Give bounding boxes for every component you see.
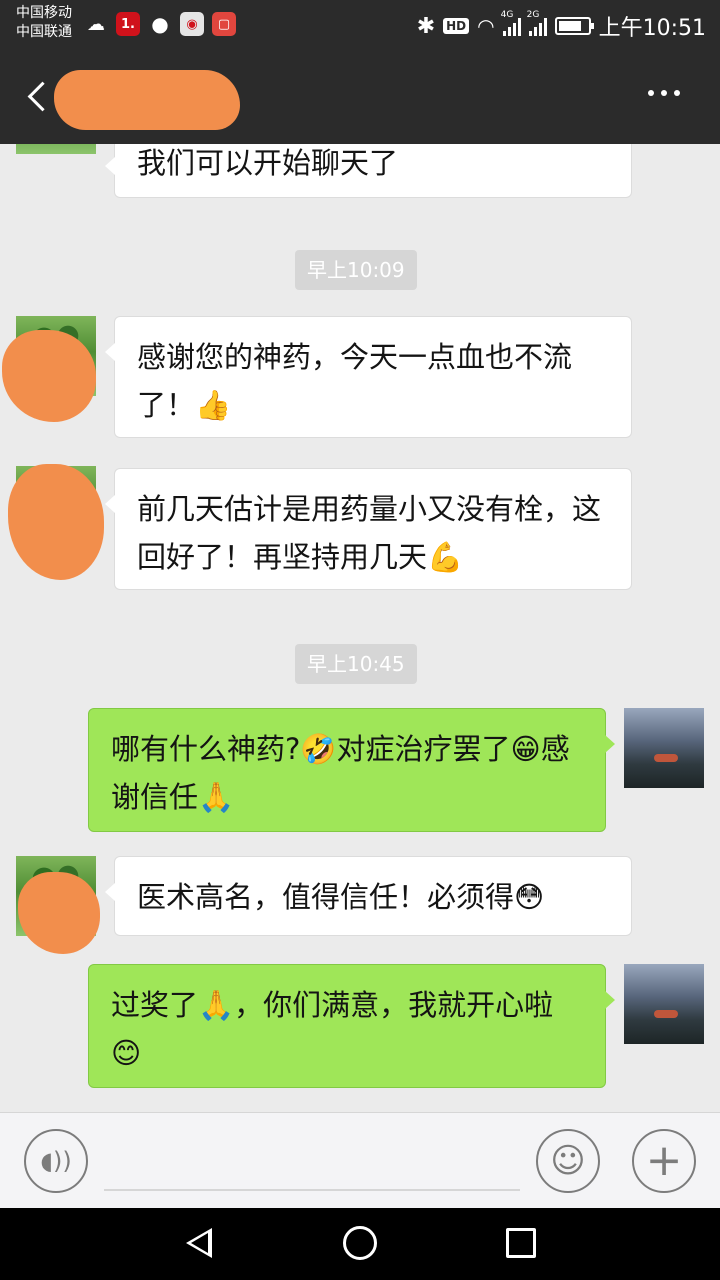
carrier-1: 中国移动 xyxy=(16,5,72,21)
my-avatar[interactable] xyxy=(624,964,704,1044)
input-bar: ◖)) ☺ + xyxy=(0,1112,720,1208)
status-time: 上午10:51 xyxy=(598,16,706,41)
message-text: 我们可以开始聊天了 xyxy=(137,146,399,180)
plus-icon[interactable]: + xyxy=(632,1129,696,1193)
emoji-icon[interactable]: ☺ xyxy=(536,1129,600,1193)
chevron-left-icon[interactable] xyxy=(26,76,54,116)
signal-2g-icon: 2G xyxy=(527,10,547,36)
system-nav-bar xyxy=(0,1208,720,1280)
voice-icon[interactable]: ◖)) xyxy=(24,1129,88,1193)
message-bubble-incoming[interactable]: 前几天估计是用药量小又没有栓，这回好了！再坚持用几天💪 xyxy=(105,468,632,590)
map-app-icon: ◉ xyxy=(180,12,204,36)
more-dots-icon[interactable] xyxy=(648,90,680,96)
carrier-names: 中国移动 中国联通 xyxy=(16,4,72,42)
bluetooth-icon: ✱ xyxy=(416,13,436,39)
battery-icon xyxy=(554,17,594,35)
message-input[interactable] xyxy=(104,1133,520,1191)
contact-avatar[interactable] xyxy=(16,144,96,154)
red-app-icon: ▢ xyxy=(212,12,236,36)
redacted-contact-name xyxy=(54,70,240,130)
message-bubble-incoming[interactable]: 我们可以开始聊天了 xyxy=(105,144,632,198)
nav-home-icon[interactable] xyxy=(343,1226,377,1260)
chat-area[interactable]: 我们可以开始聊天了 早上10:09 感谢您的神药，今天一点血也不流了！👍 前几天… xyxy=(0,144,720,1112)
redacted-avatar xyxy=(2,330,96,422)
message-bubble-incoming[interactable]: 感谢您的神药，今天一点血也不流了！👍 xyxy=(105,316,632,438)
status-bar: 中国移动 中国联通 ☁ 1. ● ◉ ▢ ✱ HD ◠ 4G 2G 上午10:5… xyxy=(0,0,720,48)
message-timestamp: 早上10:09 xyxy=(295,250,417,290)
redacted-avatar xyxy=(8,464,104,580)
redacted-avatar xyxy=(18,872,100,954)
nav-back-icon[interactable] xyxy=(186,1228,212,1258)
status-right: ✱ HD ◠ 4G 2G 上午10:51 xyxy=(417,10,706,42)
message-bubble-outgoing[interactable]: 哪有什么神药?🤣对症治疗罢了😁感谢信任🙏 xyxy=(88,708,615,832)
message-timestamp: 早上10:45 xyxy=(295,644,417,684)
carrier-2: 中国联通 xyxy=(16,24,72,40)
message-text: 过奖了🙏，你们满意，我就开心啦😊 xyxy=(111,988,554,1070)
app-one-icon: 1. xyxy=(116,12,140,36)
network-4g-label: 4G xyxy=(500,10,514,20)
message-bubble-outgoing[interactable]: 过奖了🙏，你们满意，我就开心啦😊 xyxy=(88,964,615,1088)
signal-4g-icon: 4G xyxy=(501,10,521,36)
wifi-icon: ◠ xyxy=(477,14,495,38)
message-bubble-incoming[interactable]: 医术高名，值得信任！必须得😳 xyxy=(105,856,632,936)
nav-recent-icon[interactable] xyxy=(506,1228,536,1258)
message-text: 前几天估计是用药量小又没有栓，这回好了！再坚持用几天💪 xyxy=(137,492,602,574)
my-avatar[interactable] xyxy=(624,708,704,788)
network-2g-label: 2G xyxy=(526,10,540,20)
wechat-icon: ☁ xyxy=(87,13,105,35)
notification-icons: ☁ 1. ● ◉ ▢ xyxy=(84,12,236,36)
chat-header xyxy=(0,48,720,144)
message-icon: ● xyxy=(151,12,169,36)
message-text: 感谢您的神药，今天一点血也不流了！👍 xyxy=(137,340,573,422)
hd-icon: HD xyxy=(443,18,470,34)
message-text: 医术高名，值得信任！必须得😳 xyxy=(137,880,545,914)
message-text: 哪有什么神药?🤣对症治疗罢了😁感谢信任🙏 xyxy=(111,732,570,814)
